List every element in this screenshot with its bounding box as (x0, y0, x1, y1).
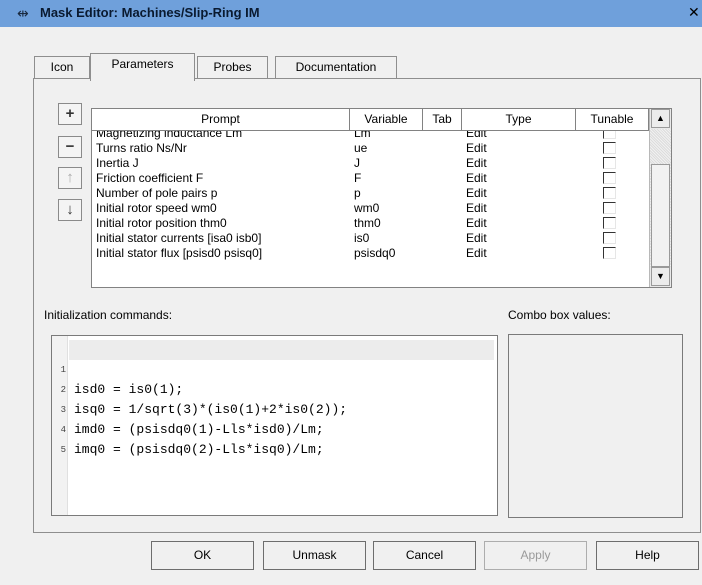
init-commands-label: Initialization commands: (44, 308, 173, 322)
table-row[interactable]: Friction coefficient F F Edit (92, 171, 649, 185)
table-row[interactable]: Magnetizing inductance Lm Lm Edit (92, 131, 649, 140)
variable-cell: psisdq0 (354, 246, 396, 260)
table-row[interactable]: Initial rotor position thm0 thm0 Edit (92, 216, 649, 230)
table-body: Magnetizing inductance Lm Lm Edit Turns … (92, 131, 649, 287)
move-up-button[interactable]: ↑ (58, 167, 82, 189)
tunable-checkbox[interactable] (603, 131, 616, 139)
variable-cell: F (354, 171, 362, 185)
column-header-type[interactable]: Type (462, 109, 576, 131)
tunable-checkbox[interactable] (603, 217, 616, 229)
code-line: 3 imd0 = (psisdq0(1)-Lls*isd0)/Lm; (52, 380, 324, 437)
tunable-checkbox[interactable] (603, 232, 616, 244)
tunable-checkbox[interactable] (603, 172, 616, 184)
line-number: 5 (60, 445, 66, 455)
table-scrollbar[interactable]: ▲ ▼ (649, 109, 671, 287)
type-cell: Edit (466, 156, 487, 170)
variable-cell: Lm (354, 131, 371, 140)
variable-cell: J (354, 156, 360, 170)
column-header-variable[interactable]: Variable (350, 109, 423, 131)
move-down-button[interactable]: ↓ (58, 199, 82, 221)
variable-cell: thm0 (354, 216, 381, 230)
combo-box-values-field[interactable] (508, 334, 683, 518)
prompt-cell: Turns ratio Ns/Nr (96, 141, 187, 155)
variable-cell: p (354, 186, 361, 200)
tunable-checkbox[interactable] (603, 187, 616, 199)
column-header-prompt[interactable]: Prompt (92, 109, 350, 131)
prompt-cell: Initial rotor speed wm0 (96, 201, 217, 215)
variable-cell: ue (354, 141, 368, 155)
table-row[interactable]: Number of pole pairs p p Edit (92, 186, 649, 200)
prompt-cell: Inertia J (96, 156, 139, 170)
prompt-cell: Initial stator currents [isa0 isb0] (96, 231, 262, 245)
add-parameter-button[interactable]: + (58, 103, 82, 125)
remove-parameter-button[interactable]: − (58, 136, 82, 158)
prompt-cell: Initial rotor position thm0 (96, 216, 227, 230)
code-line: 5 (52, 420, 114, 455)
prompt-cell: Initial stator flux [psisd0 psisq0] (96, 246, 263, 260)
column-header-tunable[interactable]: Tunable (576, 109, 649, 131)
panel-content: + − ↑ ↓ Prompt Variable Tab Type Tunable… (0, 0, 702, 585)
type-cell: Edit (466, 201, 487, 215)
type-cell: Edit (466, 171, 487, 185)
tunable-checkbox[interactable] (603, 247, 616, 259)
type-cell: Edit (466, 216, 487, 230)
variable-cell: is0 (354, 231, 370, 245)
scroll-up-arrow-icon[interactable]: ▲ (651, 109, 670, 128)
scroll-thumb[interactable] (651, 164, 670, 267)
prompt-cell: Magnetizing inductance Lm (96, 131, 243, 140)
prompt-cell: Friction coefficient F (96, 171, 204, 185)
prompt-cell: Number of pole pairs p (96, 186, 218, 200)
tunable-checkbox[interactable] (603, 157, 616, 169)
type-cell: Edit (466, 141, 487, 155)
current-line-highlight (69, 340, 494, 360)
init-commands-editor[interactable]: 1 isd0 = is0(1); 2 isq0 = 1/sqrt(3)*(is0… (51, 335, 498, 516)
table-row[interactable]: Initial rotor speed wm0 wm0 Edit (92, 201, 649, 215)
parameters-table: Prompt Variable Tab Type Tunable Magneti… (91, 108, 672, 288)
arrow-down-icon: ↓ (66, 201, 74, 218)
table-header: Prompt Variable Tab Type Tunable (92, 109, 649, 131)
type-cell: Edit (466, 131, 487, 140)
table-row[interactable]: Initial stator flux [psisd0 psisq0] psis… (92, 246, 649, 260)
table-row[interactable]: Initial stator currents [isa0 isb0] is0 … (92, 231, 649, 245)
combo-box-values-label: Combo box values: (508, 308, 611, 322)
type-cell: Edit (466, 231, 487, 245)
table-row[interactable]: Turns ratio Ns/Nr ue Edit (92, 141, 649, 155)
tunable-checkbox[interactable] (603, 202, 616, 214)
table-row[interactable]: Inertia J J Edit (92, 156, 649, 170)
code-text: isq0 = 1/sqrt(3)*(is0(1)+2*is0(2)); (74, 402, 348, 417)
scroll-down-arrow-icon[interactable]: ▼ (651, 267, 670, 286)
type-cell: Edit (466, 246, 487, 260)
arrow-up-icon: ↑ (66, 169, 74, 186)
code-line: 4 imq0 = (psisdq0(2)-Lls*isq0)/Lm; (52, 400, 324, 457)
mask-editor-window: ⇹ Mask Editor: Machines/Slip-Ring IM ✕ I… (0, 0, 702, 585)
type-cell: Edit (466, 186, 487, 200)
code-line: 2 isq0 = 1/sqrt(3)*(is0(1)+2*is0(2)); (52, 360, 347, 417)
column-header-tab[interactable]: Tab (423, 109, 462, 131)
variable-cell: wm0 (354, 201, 380, 215)
code-line: 1 isd0 = is0(1); (52, 340, 184, 397)
tunable-checkbox[interactable] (603, 142, 616, 154)
